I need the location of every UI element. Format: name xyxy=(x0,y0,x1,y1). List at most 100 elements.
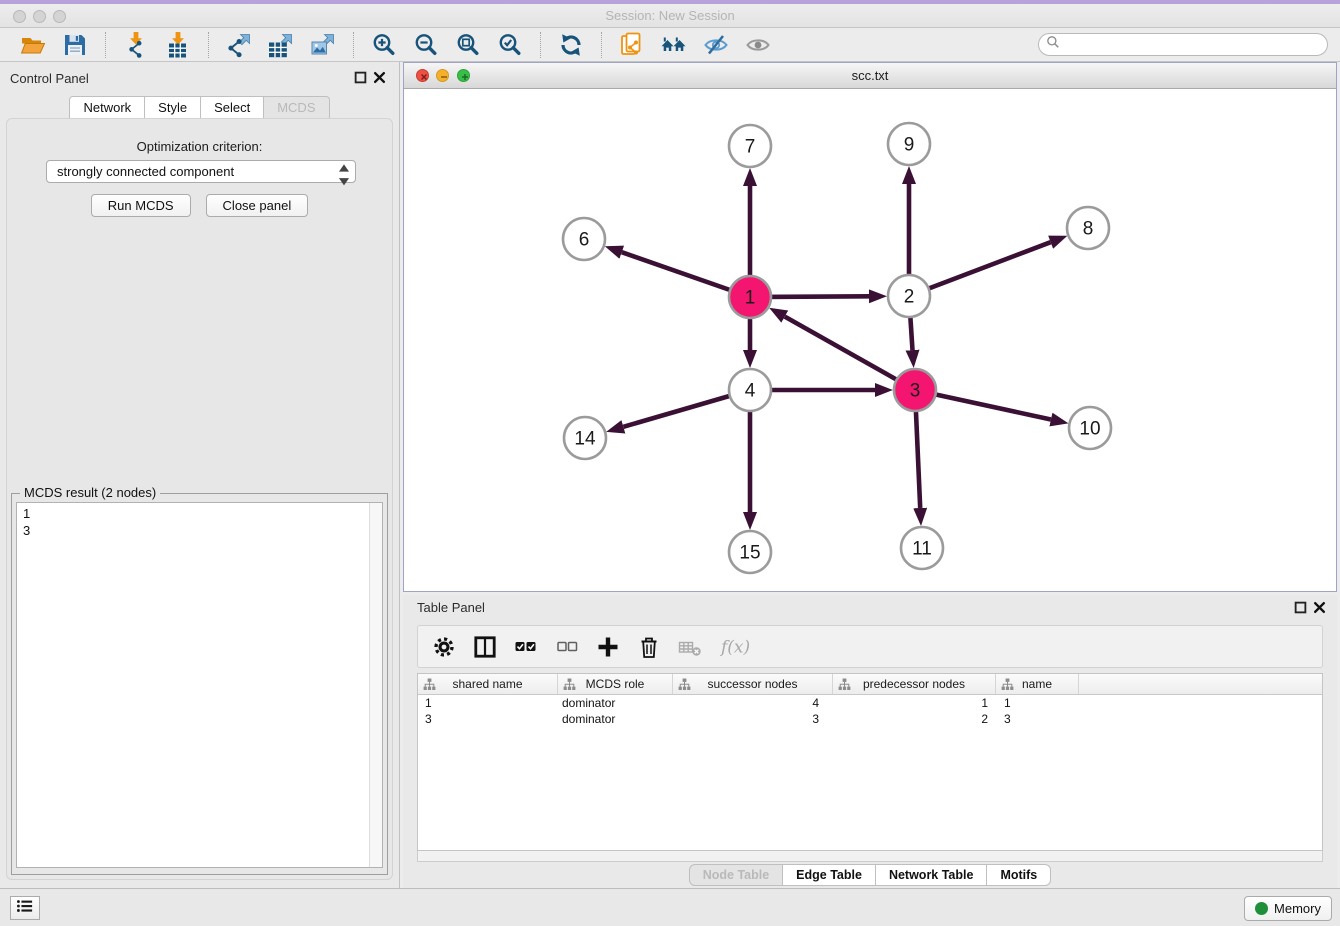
memory-button[interactable]: Memory xyxy=(1244,896,1332,921)
import-network-icon[interactable] xyxy=(122,31,150,59)
open-icon[interactable] xyxy=(19,31,47,59)
save-icon[interactable] xyxy=(61,31,89,59)
add-icon[interactable] xyxy=(596,635,620,659)
svg-text:9: 9 xyxy=(904,135,915,156)
svg-text:11: 11 xyxy=(912,539,932,560)
graph-node-4[interactable]: 4 xyxy=(729,369,771,411)
show-panels-button[interactable] xyxy=(10,896,40,920)
export-network-icon[interactable] xyxy=(225,31,253,59)
select-all-rows-icon[interactable] xyxy=(514,635,538,659)
graph-node-14[interactable]: 14 xyxy=(564,417,606,459)
toolbar-separator xyxy=(353,32,354,58)
control-panel-tabs: NetworkStyleSelectMCDS xyxy=(0,96,399,119)
table-settings-icon[interactable] xyxy=(432,635,456,659)
control-panel-title: Control Panel xyxy=(10,71,89,86)
graph-node-3[interactable]: 3 xyxy=(894,369,936,411)
export-image-icon[interactable] xyxy=(309,31,337,59)
graph-node-8[interactable]: 8 xyxy=(1067,207,1109,249)
zoom-selected-icon[interactable] xyxy=(496,31,524,59)
table-cell[interactable]: 1 xyxy=(418,695,558,711)
graph-node-10[interactable]: 10 xyxy=(1069,407,1111,449)
graph-edge-3-1[interactable] xyxy=(785,317,915,390)
mcds-panel: Optimization criterion: strongly connect… xyxy=(6,118,393,880)
table-row[interactable]: 1dominator411 xyxy=(418,695,1322,711)
selected-criterion: strongly connected component xyxy=(47,164,337,179)
first-neighbors-icon[interactable] xyxy=(660,31,688,59)
close-panel-icon[interactable] xyxy=(1313,601,1326,614)
column-header-shared-name[interactable]: shared name xyxy=(418,674,558,694)
graph-node-2[interactable]: 2 xyxy=(888,275,930,317)
column-header-predecessor-nodes[interactable]: predecessor nodes xyxy=(833,674,996,694)
import-table-icon[interactable] xyxy=(164,31,192,59)
apply-layout-icon[interactable] xyxy=(557,31,585,59)
tab-edge-table[interactable]: Edge Table xyxy=(783,864,876,886)
export-table-icon[interactable] xyxy=(267,31,295,59)
table-cell[interactable]: 2 xyxy=(833,711,996,727)
deselect-all-rows-icon[interactable] xyxy=(555,635,579,659)
float-panel-icon[interactable] xyxy=(354,71,367,84)
svg-text:15: 15 xyxy=(739,543,760,564)
main-toolbar xyxy=(0,28,1340,62)
table-row[interactable]: 3dominator323 xyxy=(418,711,1322,727)
zoom-out-icon[interactable] xyxy=(412,31,440,59)
run-mcds-button[interactable]: Run MCDS xyxy=(91,194,191,217)
mcds-result-list[interactable]: 1 3 xyxy=(16,502,383,868)
column-header-successor-nodes[interactable]: successor nodes xyxy=(673,674,833,694)
node-table: shared name MCDS role successor nodesprede… xyxy=(417,673,1323,851)
graph-node-6[interactable]: 6 xyxy=(563,218,605,260)
table-cell[interactable]: 4 xyxy=(673,695,833,711)
column-header-label: MCDS role xyxy=(586,677,645,691)
graph-node-9[interactable]: 9 xyxy=(888,123,930,165)
function-builder-icon: f(x) xyxy=(719,635,755,659)
optimization-criterion-select[interactable]: strongly connected component xyxy=(46,160,356,183)
hide-selected-icon[interactable] xyxy=(702,31,730,59)
graph-edge-2-8[interactable] xyxy=(909,242,1051,296)
svg-text:3: 3 xyxy=(910,381,921,402)
show-all-icon[interactable] xyxy=(744,31,772,59)
graph-node-11[interactable]: 11 xyxy=(901,527,943,569)
graph-node-7[interactable]: 7 xyxy=(729,125,771,167)
tab-select[interactable]: Select xyxy=(201,96,264,119)
search-box xyxy=(1038,33,1328,56)
graph-node-15[interactable]: 15 xyxy=(729,531,771,573)
toggle-columns-icon[interactable] xyxy=(473,635,497,659)
mcds-result-group: MCDS result (2 nodes) 1 3 xyxy=(11,493,388,875)
tab-style[interactable]: Style xyxy=(145,96,201,119)
tab-node-table[interactable]: Node Table xyxy=(689,864,783,886)
network-from-selection-icon[interactable] xyxy=(618,31,646,59)
toolbar-separator xyxy=(208,32,209,58)
table-cell[interactable]: 1 xyxy=(833,695,996,711)
table-cell[interactable]: dominator xyxy=(558,695,673,711)
tab-network-table[interactable]: Network Table xyxy=(876,864,988,886)
table-cell[interactable]: 1 xyxy=(996,695,1079,711)
svg-text:14: 14 xyxy=(574,429,596,450)
svg-text:7: 7 xyxy=(745,137,756,158)
graph-node-1[interactable]: 1 xyxy=(729,276,771,318)
svg-text:6: 6 xyxy=(579,230,590,251)
table-horizontal-scrollbar[interactable] xyxy=(417,851,1323,862)
table-cell[interactable]: dominator xyxy=(558,711,673,727)
zoom-in-icon[interactable] xyxy=(370,31,398,59)
column-header-name[interactable]: name xyxy=(996,674,1079,694)
search-input[interactable] xyxy=(1060,35,1327,54)
close-panel-icon[interactable] xyxy=(373,71,386,84)
delete-rows-icon[interactable] xyxy=(637,635,661,659)
table-cell[interactable]: 3 xyxy=(673,711,833,727)
memory-status-dot xyxy=(1255,902,1268,915)
result-scrollbar[interactable] xyxy=(369,503,382,867)
column-header-MCDS-role[interactable]: MCDS role xyxy=(558,674,673,694)
close-panel-button[interactable]: Close panel xyxy=(206,194,309,217)
network-canvas[interactable]: 1 2 3 4 6 7 8 9 10 11 14 15 xyxy=(404,89,1336,591)
table-panel: Table Panel f(x) shared nameMCDS rolesuc… xyxy=(403,595,1337,888)
toolbar-separator xyxy=(105,32,106,58)
float-panel-icon[interactable] xyxy=(1294,601,1307,614)
memory-button-label: Memory xyxy=(1274,901,1321,916)
control-panel: Control Panel NetworkStyleSelectMCDS Opt… xyxy=(0,62,400,888)
zoom-fit-icon[interactable] xyxy=(454,31,482,59)
table-cell[interactable]: 3 xyxy=(996,711,1079,727)
tab-motifs[interactable]: Motifs xyxy=(987,864,1051,886)
toolbar-separator xyxy=(601,32,602,58)
tab-network[interactable]: Network xyxy=(69,96,145,119)
table-cell[interactable]: 3 xyxy=(418,711,558,727)
tab-mcds[interactable]: MCDS xyxy=(264,96,329,119)
